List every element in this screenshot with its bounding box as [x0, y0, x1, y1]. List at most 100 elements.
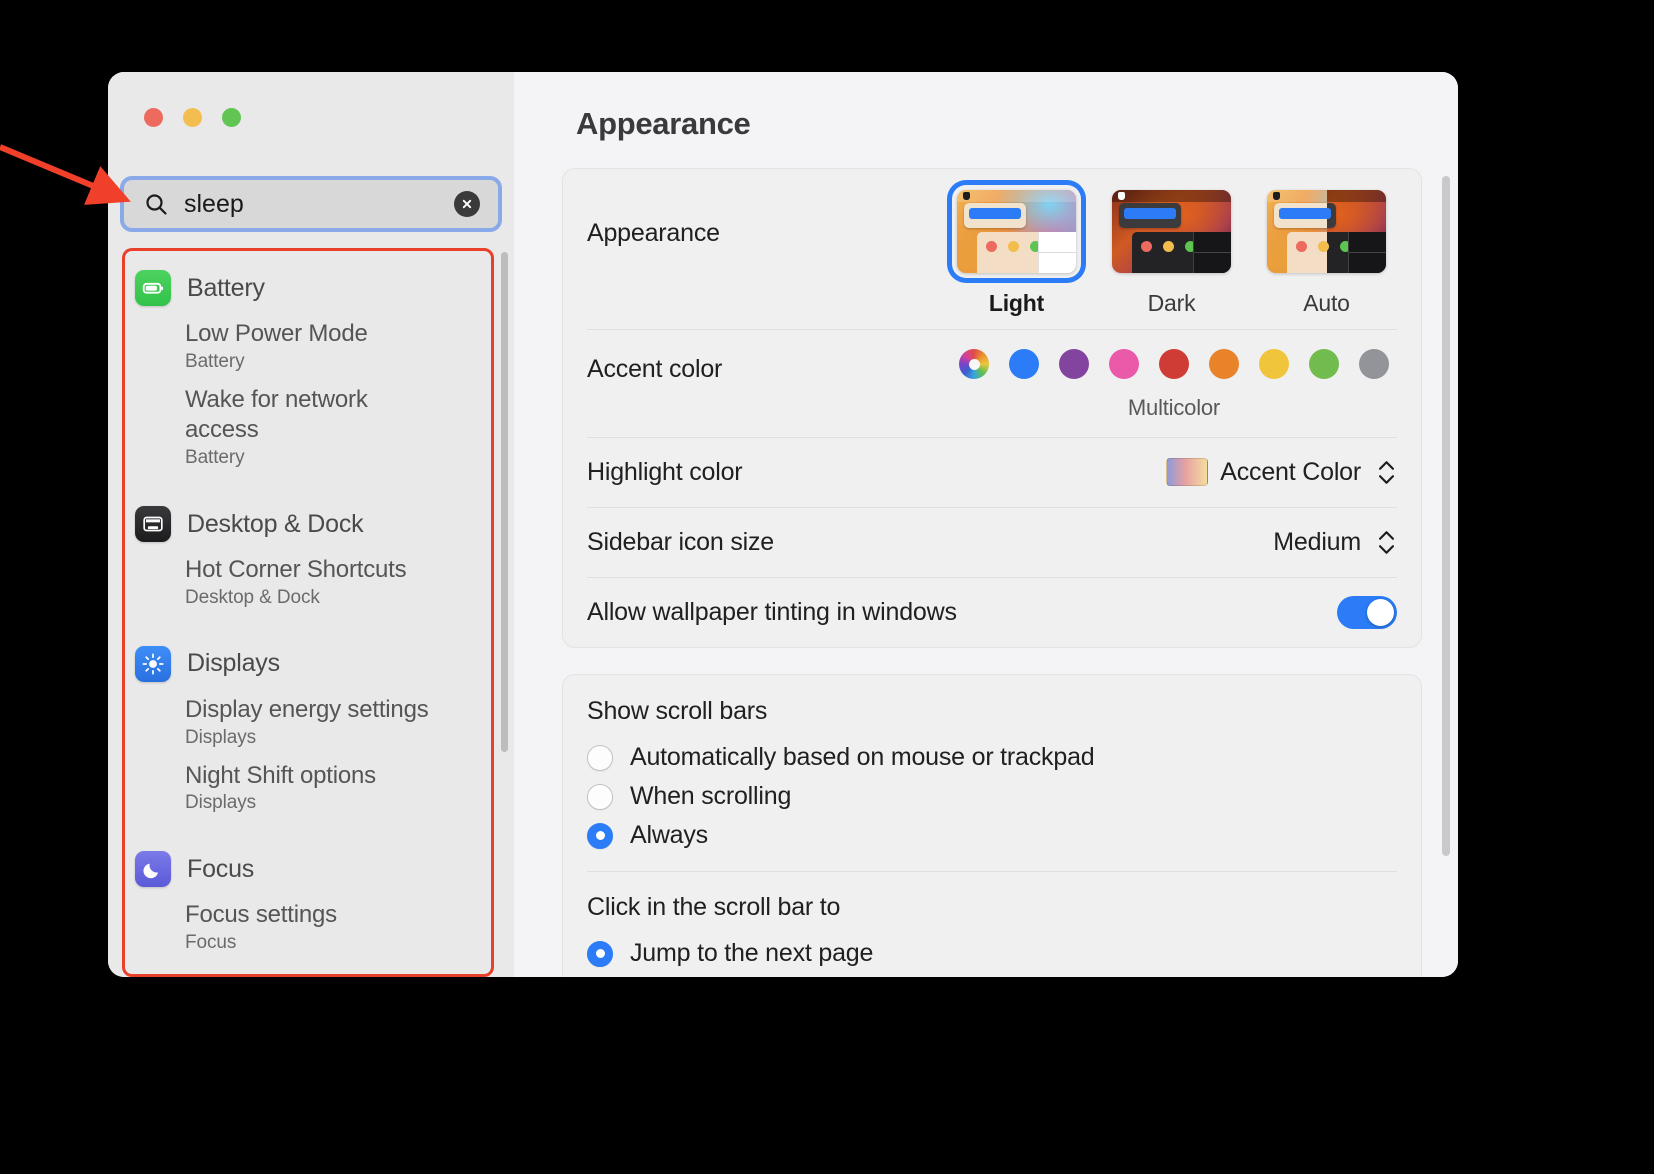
radio-label: Jump to the next page: [630, 939, 874, 967]
close-button[interactable]: [144, 108, 163, 127]
search-results-list: Battery Low Power Mode Battery Wake for …: [125, 251, 491, 974]
sidebar-icon-size-value: Medium: [1273, 527, 1361, 556]
radio-button[interactable]: [587, 783, 613, 810]
appearance-option-auto[interactable]: Auto: [1262, 185, 1391, 317]
wallpaper-tinting-row: Allow wallpaper tinting in windows: [587, 577, 1397, 647]
appearance-label: Appearance: [587, 219, 720, 247]
radio-button[interactable]: [587, 940, 613, 967]
radio-button[interactable]: [587, 822, 613, 849]
list-item[interactable]: Display energy settings Displays: [125, 693, 491, 759]
result-group-header: Battery: [125, 259, 491, 317]
chevron-updown-icon[interactable]: [1375, 525, 1397, 559]
focus-moon-icon: [135, 851, 171, 888]
wallpaper-tinting-toggle[interactable]: [1337, 595, 1397, 629]
zoom-button[interactable]: [222, 108, 241, 127]
appearance-option-label: Dark: [1147, 290, 1196, 316]
minimize-button[interactable]: [183, 108, 202, 127]
sidebar-scrollbar[interactable]: [501, 252, 508, 752]
accent-swatch-multicolor[interactable]: [959, 349, 989, 379]
search-icon: [144, 192, 168, 216]
list-item[interactable]: Focus settings Focus: [125, 898, 491, 964]
search-field[interactable]: [120, 176, 502, 232]
displays-icon: [135, 645, 171, 682]
group-title: Battery: [187, 273, 265, 302]
light-thumbnail: [957, 190, 1076, 273]
highlight-color-popup[interactable]: Accent Color: [1166, 455, 1397, 489]
result-title: Wake for network access: [185, 385, 368, 444]
click-scroll-bar-section: Click in the scroll bar to Jump to the n…: [587, 871, 1397, 977]
auto-thumbnail-frame[interactable]: [1262, 185, 1391, 278]
screenshot-root: Battery Low Power Mode Battery Wake for …: [0, 0, 1654, 1174]
highlight-color-value: Accent Color: [1220, 457, 1361, 486]
sidebar: Battery Low Power Mode Battery Wake for …: [108, 72, 514, 977]
result-title: Focus settings: [185, 901, 337, 929]
appearance-option-label: Light: [988, 290, 1045, 316]
accent-swatch-orange[interactable]: [1209, 349, 1239, 379]
chevron-updown-icon[interactable]: [1375, 455, 1397, 489]
accent-swatch-purple[interactable]: [1059, 349, 1089, 379]
result-subtitle: Battery: [185, 350, 245, 372]
accent-color-caption: Multicolor: [1127, 395, 1221, 420]
dark-thumbnail: [1112, 190, 1231, 273]
result-title: Low Power Mode: [185, 320, 368, 347]
accent-color-row: Accent color Multicolor: [587, 329, 1397, 437]
result-subtitle: Focus: [185, 932, 237, 954]
result-title: Hot Corner Shortcuts: [185, 556, 407, 584]
list-item[interactable]: Night Shift options Displays: [125, 759, 491, 825]
result-subtitle: Battery: [185, 447, 245, 469]
radio-when-scrolling[interactable]: When scrolling: [587, 777, 1397, 816]
sidebar-icon-size-popup[interactable]: Medium: [1273, 525, 1397, 559]
result-subtitle: Desktop & Dock: [185, 586, 320, 608]
accent-color-label: Accent color: [587, 355, 723, 383]
group-title: Focus: [187, 854, 255, 883]
group-title: Displays: [187, 649, 280, 678]
result-title: Night Shift options: [185, 761, 376, 789]
radio-jump-next-page[interactable]: Jump to the next page: [587, 934, 1397, 973]
list-item[interactable]: Low Power Mode Battery: [125, 317, 491, 383]
show-scroll-bars-section: Show scroll bars Automatically based on …: [587, 675, 1397, 871]
desktop-dock-icon: [135, 506, 171, 543]
list-item[interactable]: Wake for network access Battery: [125, 383, 491, 479]
appearance-row: Appearance Light Dark Auto: [587, 169, 1397, 329]
battery-icon: [135, 270, 171, 306]
list-item[interactable]: Hot Corner Shortcuts Desktop & Dock: [125, 553, 491, 619]
light-thumbnail-frame[interactable]: [952, 185, 1081, 278]
show-scroll-bars-title: Show scroll bars: [587, 697, 768, 725]
sidebar-icon-size-row: Sidebar icon size Medium: [587, 507, 1397, 577]
accent-swatch-green[interactable]: [1309, 349, 1339, 379]
window-controls: [144, 108, 241, 127]
page-title: Appearance: [576, 106, 751, 141]
radio-label: Automatically based on mouse or trackpad: [630, 743, 1095, 771]
accent-swatch-blue[interactable]: [1009, 349, 1039, 379]
result-subtitle: Displays: [185, 726, 256, 748]
appearance-option-dark[interactable]: Dark: [1107, 185, 1236, 317]
system-settings-window: Battery Low Power Mode Battery Wake for …: [108, 72, 1458, 977]
appearance-card: Appearance Light Dark Auto Accent color …: [562, 168, 1422, 648]
highlight-color-row: Highlight color Accent Color: [587, 437, 1397, 507]
sidebar-icon-size-label: Sidebar icon size: [587, 527, 774, 556]
highlight-color-label: Highlight color: [587, 457, 743, 486]
radio-always[interactable]: Always: [587, 816, 1397, 855]
accent-swatch-graphite[interactable]: [1359, 349, 1389, 379]
result-title: Display energy settings: [185, 695, 429, 723]
accent-swatch-pink[interactable]: [1109, 349, 1139, 379]
radio-automatic[interactable]: Automatically based on mouse or trackpad: [587, 738, 1397, 777]
result-subtitle: Displays: [185, 792, 256, 814]
clear-search-icon[interactable]: [454, 191, 480, 217]
radio-button[interactable]: [587, 744, 613, 771]
search-input[interactable]: [184, 189, 454, 219]
wallpaper-tinting-label: Allow wallpaper tinting in windows: [587, 597, 957, 626]
highlight-color-swatch: [1166, 458, 1209, 486]
appearance-option-light[interactable]: Light: [952, 185, 1081, 317]
dark-thumbnail-frame[interactable]: [1107, 185, 1236, 278]
radio-jump-to-spot[interactable]: Jump to the spot that's clicked: [587, 973, 1397, 977]
accent-swatch-red[interactable]: [1159, 349, 1189, 379]
detail-scrollbar[interactable]: [1442, 176, 1450, 856]
toggle-knob: [1367, 598, 1394, 626]
appearance-options: Light Dark Auto: [952, 185, 1397, 317]
scroll-bars-card: Show scroll bars Automatically based on …: [562, 674, 1422, 977]
accent-swatch-yellow[interactable]: [1259, 349, 1289, 379]
